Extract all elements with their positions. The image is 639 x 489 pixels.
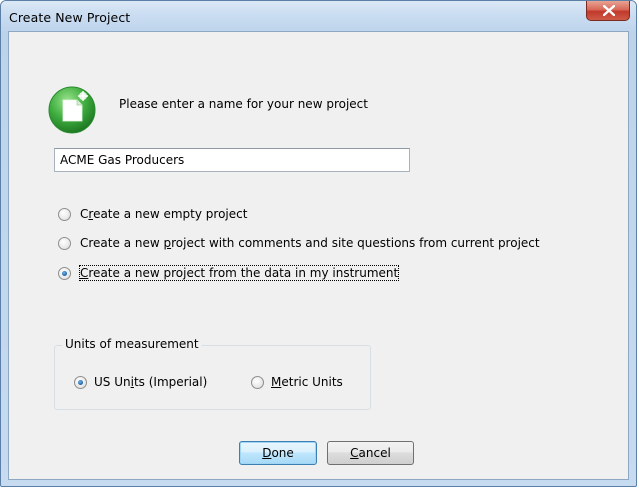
radio-button[interactable] bbox=[251, 375, 264, 389]
radio-button[interactable] bbox=[74, 375, 87, 389]
close-button[interactable] bbox=[586, 1, 630, 21]
radio-button[interactable] bbox=[58, 236, 71, 250]
option-label: Metric Units bbox=[271, 375, 343, 389]
radio-button[interactable] bbox=[58, 207, 71, 221]
name-prompt: Please enter a name for your new project bbox=[119, 97, 368, 111]
option-copy-comments-project[interactable]: Create a new project with comments and s… bbox=[58, 234, 540, 252]
project-name-input[interactable] bbox=[54, 148, 410, 172]
radio-button[interactable] bbox=[58, 266, 71, 280]
option-empty-project[interactable]: Create a new empty project bbox=[58, 205, 247, 223]
option-label: Create a new project with comments and s… bbox=[80, 236, 540, 250]
done-button[interactable]: Done bbox=[239, 441, 317, 465]
units-group-title: Units of measurement bbox=[62, 337, 202, 351]
cancel-button[interactable]: Cancel bbox=[327, 441, 414, 465]
close-x-icon bbox=[603, 5, 615, 16]
option-label: US Units (Imperial) bbox=[94, 375, 208, 389]
option-from-instrument[interactable]: Create a new project from the data in my… bbox=[58, 264, 400, 282]
new-project-icon bbox=[46, 82, 100, 140]
option-us-units[interactable]: US Units (Imperial) bbox=[74, 373, 207, 391]
window-title: Create New Project bbox=[9, 10, 131, 25]
option-label: Create a new project from the data in my… bbox=[78, 265, 400, 281]
title-bar[interactable]: Create New Project bbox=[1, 1, 636, 31]
option-metric-units[interactable]: Metric Units bbox=[251, 373, 343, 391]
option-label: Create a new empty project bbox=[80, 207, 248, 221]
